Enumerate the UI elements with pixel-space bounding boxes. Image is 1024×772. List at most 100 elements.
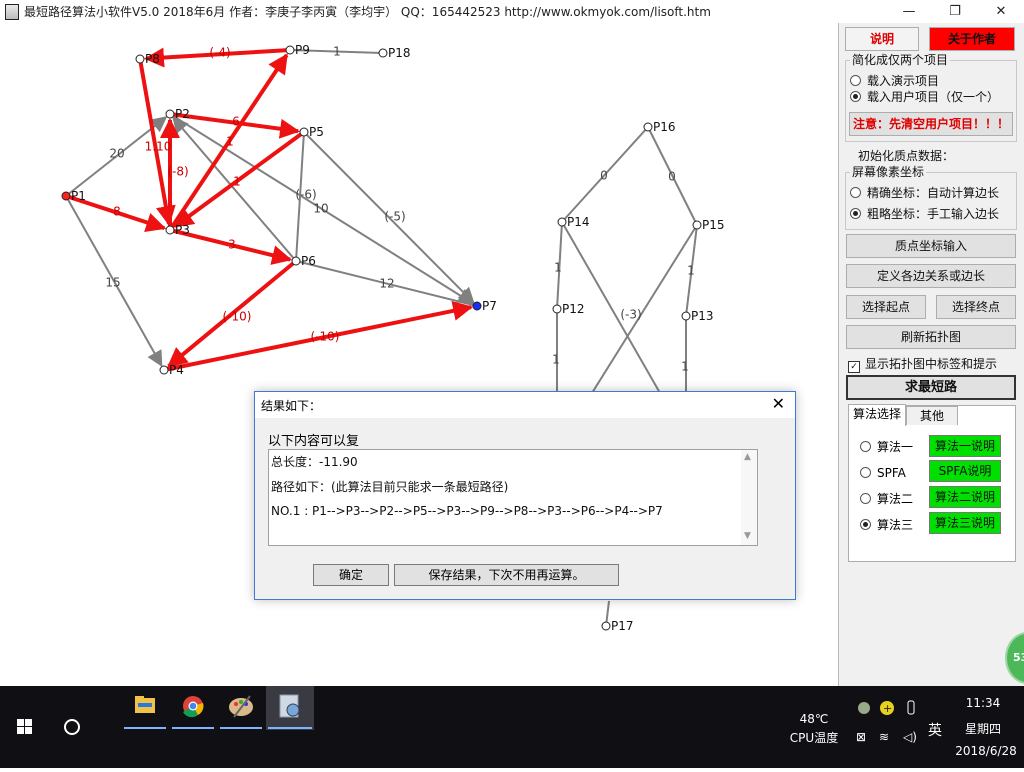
save-result-button[interactable]: 保存结果，下次不用再运算。 <box>394 564 619 586</box>
algo-1-radio[interactable]: 算法一 <box>860 440 913 455</box>
node-P4[interactable] <box>159 365 169 375</box>
path-weight-label: 6 <box>232 115 240 129</box>
algo-1-help-button[interactable]: 算法一说明 <box>929 435 1001 457</box>
node-P17[interactable] <box>601 621 611 631</box>
control-panel: 说明 关于作者 简化成仅两个项目 载入演示项目 载入用户项目（仅一个） 注意：先… <box>839 23 1024 686</box>
wifi-icon[interactable]: ≋ <box>879 730 889 744</box>
paint-palette-icon <box>220 695 262 729</box>
node-P12[interactable] <box>552 304 562 314</box>
node-label: P5 <box>309 125 324 139</box>
precise-coords-radio[interactable]: 精确坐标：自动计算边长 <box>850 186 999 201</box>
node-P2[interactable] <box>165 109 175 119</box>
result-textarea[interactable]: 总长度：-11.90 路径如下：(此算法目前只能求一条最短路径) NO.1 : … <box>268 449 758 546</box>
radio-icon <box>850 75 861 86</box>
ok-button[interactable]: 确定 <box>313 564 389 586</box>
node-P7[interactable] <box>472 301 482 311</box>
refresh-topology-button[interactable]: 刷新拓扑图 <box>846 325 1016 349</box>
node-P1[interactable] <box>61 191 71 201</box>
define-edges-button[interactable]: 定义各边关系或边长 <box>846 264 1016 288</box>
maximize-button[interactable]: ❐ <box>932 0 978 23</box>
load-demo-radio[interactable]: 载入演示项目 <box>850 74 939 89</box>
input-coords-button[interactable]: 质点坐标输入 <box>846 234 1016 258</box>
select-start-button[interactable]: 选择起点 <box>846 295 926 319</box>
app-icon <box>5 4 19 20</box>
path-weight-label: 3 <box>228 238 236 252</box>
algo-spfa-radio[interactable]: SPFA <box>860 466 906 481</box>
node-P18[interactable] <box>378 48 388 58</box>
dialog-header: 结果如下： ✕ <box>255 392 795 418</box>
start-button[interactable] <box>0 686 48 734</box>
node-P9[interactable] <box>285 45 295 55</box>
result-dialog: 结果如下： ✕ 以下内容可以复 总长度：-11.90 路径如下：(此算法目前只能… <box>254 391 796 600</box>
show-labels-checkbox[interactable]: ✓ 显示拓扑图中标签和提示 <box>848 357 997 373</box>
network-icon[interactable]: ⊠ <box>856 730 866 744</box>
algo-spfa-help-button[interactable]: SPFA说明 <box>929 460 1001 482</box>
node-P14[interactable] <box>557 217 567 227</box>
chrome-taskbar[interactable] <box>170 686 216 730</box>
edge-weight-label: 12 <box>379 277 394 291</box>
node-label: P6 <box>301 254 316 268</box>
svg-text:+: + <box>883 702 892 715</box>
check-icon: ✓ <box>848 361 860 373</box>
algo-3-radio[interactable]: 算法三 <box>860 518 913 533</box>
node-label: P17 <box>611 619 634 633</box>
node-label: P3 <box>175 223 190 237</box>
tab-algorithm-select[interactable]: 算法选择 <box>848 404 906 426</box>
node-P5[interactable] <box>299 127 309 137</box>
edge-weight-label: 0 <box>600 169 608 183</box>
paint-taskbar[interactable] <box>218 686 264 730</box>
about-author-button[interactable]: 关于作者 <box>929 27 1015 51</box>
search-button[interactable] <box>48 686 96 735</box>
ime-indicator[interactable]: 英 <box>924 720 946 740</box>
rough-coords-label: 粗略坐标：手工输入边长 <box>867 207 1000 221</box>
scroll-up-icon[interactable]: ▲ <box>744 452 751 462</box>
radio-checked-icon <box>850 91 861 102</box>
volume-icon[interactable]: ◁) <box>902 730 917 744</box>
close-button[interactable]: ✕ <box>978 0 1024 23</box>
clear-user-project-button[interactable]: 注意：先清空用户项目！！！ <box>849 112 1013 136</box>
clock-weekday[interactable]: 星期四 <box>952 720 1014 737</box>
algo-3-help-button[interactable]: 算法三说明 <box>929 512 1001 534</box>
shortest-path-app-taskbar[interactable] <box>266 686 314 730</box>
minimize-button[interactable]: — <box>886 0 932 23</box>
rough-coords-radio[interactable]: 粗略坐标：手工输入边长 <box>850 207 999 222</box>
total-length-text: 总长度：-11.90 <box>271 455 358 469</box>
node-P6[interactable] <box>291 256 301 266</box>
scroll-down-icon[interactable]: ▼ <box>744 531 751 541</box>
clock-date[interactable]: 2018/6/28 <box>952 744 1020 758</box>
path-weight-label: 8 <box>113 205 121 219</box>
cpu-temperature-label: CPU温度 <box>789 731 839 745</box>
clock-time[interactable]: 11:34 <box>952 696 1014 710</box>
algo-2-radio[interactable]: 算法二 <box>860 492 913 507</box>
edge-weight-label: (-5) <box>384 210 405 224</box>
algo-2-label: 算法二 <box>877 492 914 506</box>
copy-hint-label: 以下内容可以复 <box>268 434 360 449</box>
tab-other[interactable]: 其他 <box>906 406 958 425</box>
node-P16[interactable] <box>643 122 653 132</box>
algo-2-help-button[interactable]: 算法二说明 <box>929 486 1001 508</box>
dialog-close-icon[interactable]: ✕ <box>772 394 785 413</box>
help-button[interactable]: 说明 <box>845 27 919 51</box>
edge-weight-label: 10 <box>313 202 328 216</box>
node-label: P16 <box>653 120 676 134</box>
user-icon[interactable] <box>858 702 870 714</box>
path-weight-label: (-8) <box>167 165 188 179</box>
node-label: P14 <box>567 215 590 229</box>
node-P15[interactable] <box>692 220 702 230</box>
node-P13[interactable] <box>681 311 691 321</box>
load-user-radio[interactable]: 载入用户项目（仅一个） <box>850 90 999 105</box>
radio-icon <box>860 467 871 478</box>
usb-icon[interactable] <box>907 700 915 715</box>
path-result-text: NO.1 : P1-->P3-->P2-->P5-->P3-->P9-->P8-… <box>271 504 663 518</box>
node-P8[interactable] <box>135 54 145 64</box>
path-label-text: 路径如下：(此算法目前只能求一条最短路径) <box>271 480 509 494</box>
node-P3[interactable] <box>165 225 175 235</box>
select-end-button[interactable]: 选择终点 <box>936 295 1016 319</box>
find-shortest-path-button[interactable]: 求最短路 <box>846 375 1016 400</box>
file-explorer-taskbar[interactable] <box>122 686 168 730</box>
algo-3-label: 算法三 <box>877 518 914 532</box>
textarea-scrollbar[interactable]: ▲ ▼ <box>741 450 757 545</box>
algo-1-label: 算法一 <box>877 440 914 454</box>
node-label: P9 <box>295 43 310 57</box>
system-tray-icons[interactable]: + ⊠ ≋ ◁) <box>852 696 924 768</box>
